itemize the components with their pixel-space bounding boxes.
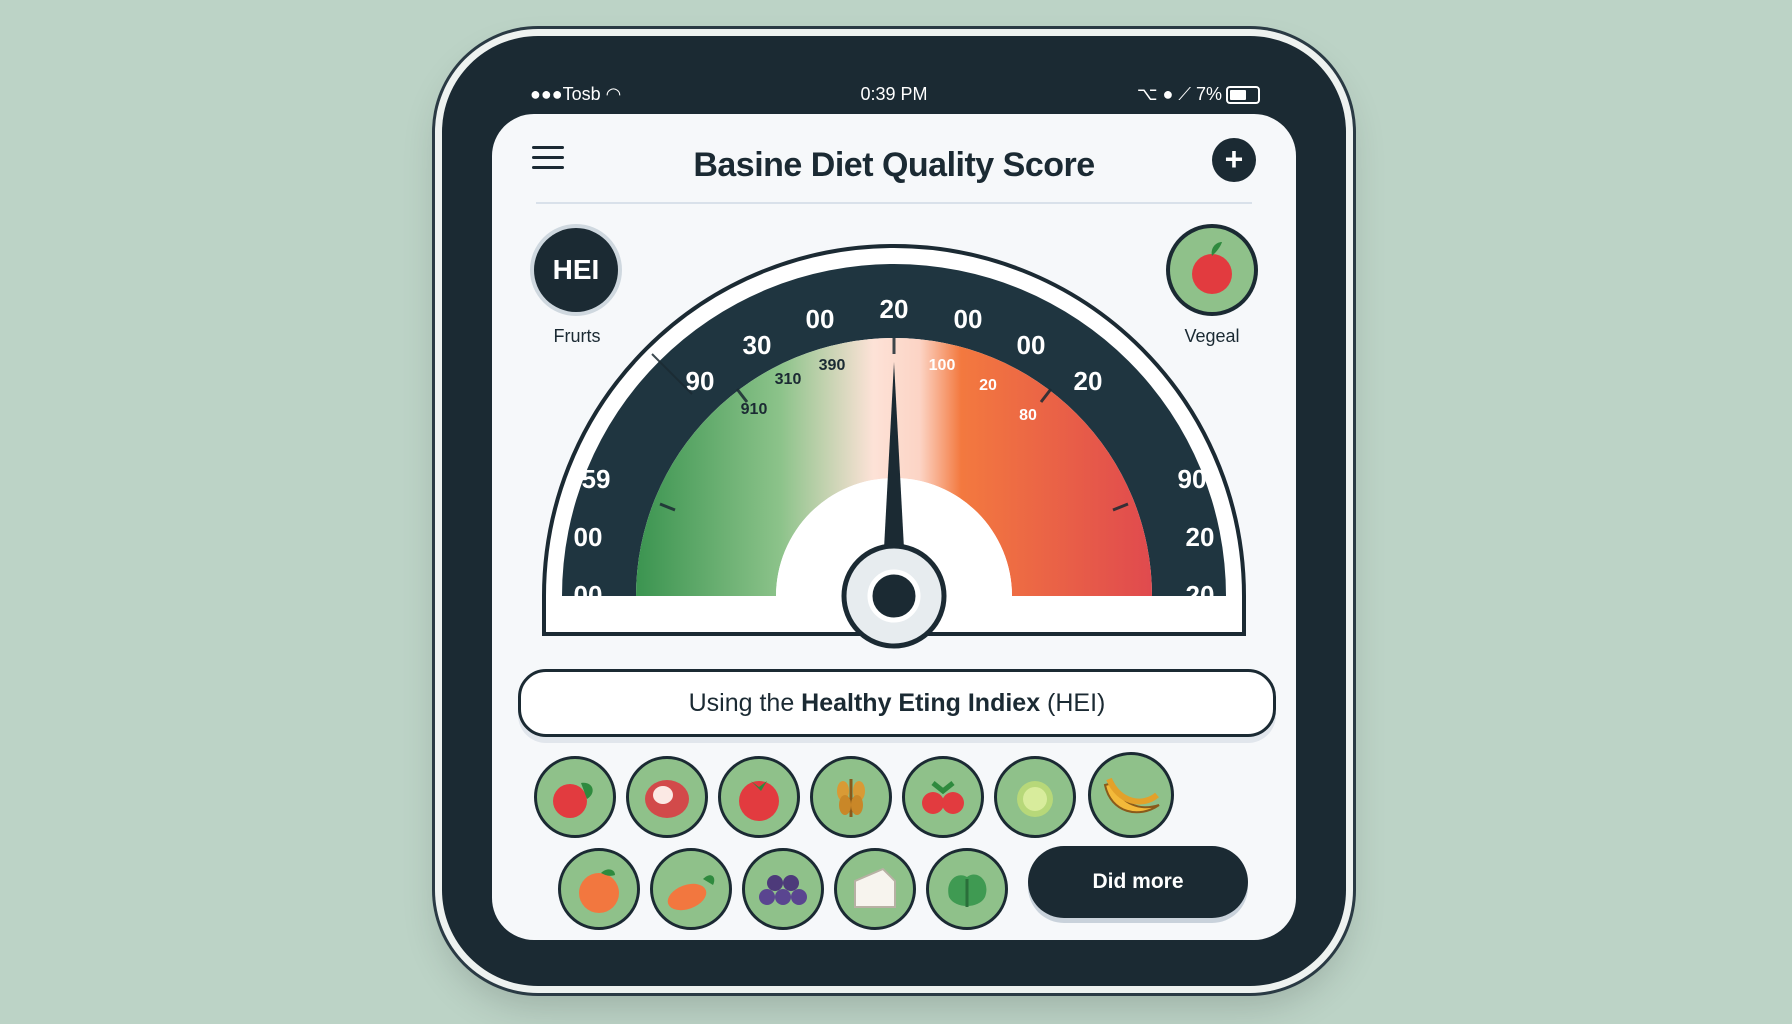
gauge-label-left-bottom: 00 bbox=[574, 580, 603, 610]
page-title: Basine Diet Quality Score bbox=[693, 146, 1095, 184]
gauge-arc-label-7: 20 bbox=[1074, 366, 1103, 396]
status-indicators: ⌥ ● ⟋ 7% bbox=[1137, 84, 1260, 105]
banner-prefix: Using the bbox=[688, 689, 802, 717]
berries-icon[interactable] bbox=[902, 756, 984, 838]
inner-label-1: 910 bbox=[741, 401, 768, 418]
banner-suffix: (HEI) bbox=[1040, 689, 1106, 717]
app-bar: Basine Diet Quality Score + bbox=[492, 114, 1296, 204]
gauge-label-left-top: 59 bbox=[582, 464, 611, 494]
diet-score-gauge: 00 00 59 20 20 90 90 30 00 20 00 00 20 9… bbox=[542, 244, 1246, 649]
inner-label-3: 390 bbox=[819, 357, 846, 374]
banana-icon[interactable] bbox=[1088, 752, 1174, 838]
gauge-hub-center bbox=[867, 569, 921, 623]
grapes-icon[interactable] bbox=[742, 848, 824, 930]
inner-label-4: 100 bbox=[929, 357, 956, 374]
tomato-icon[interactable] bbox=[718, 756, 800, 838]
app-screen: Basine Diet Quality Score + HEI Frurts V… bbox=[492, 114, 1296, 940]
gauge-arc-label-6: 00 bbox=[1017, 330, 1046, 360]
add-button[interactable]: + bbox=[1212, 138, 1256, 182]
tofu-icon[interactable] bbox=[834, 848, 916, 930]
gauge-arc-label-4: 20 bbox=[880, 294, 909, 324]
more-button[interactable]: Did more bbox=[1028, 846, 1248, 918]
hei-info-bar[interactable]: Using the Healthy Eting Indiex (HEI) bbox=[518, 669, 1276, 737]
gauge-label-left-mid: 00 bbox=[574, 522, 603, 552]
inner-label-6: 80 bbox=[1019, 407, 1037, 424]
gauge-arc-label-3: 00 bbox=[806, 304, 835, 334]
indicator-text: ⌥ ● ⟋ 7% bbox=[1136, 84, 1222, 104]
gauge-label-right-top: 90 bbox=[1178, 464, 1207, 494]
gauge-label-right-mid: 20 bbox=[1186, 522, 1215, 552]
grain-icon[interactable] bbox=[810, 756, 892, 838]
gauge-arc-label-1: 90 bbox=[686, 366, 715, 396]
banner-bold: Healthy Eting Indiex bbox=[801, 689, 1041, 717]
lime-icon[interactable] bbox=[994, 756, 1076, 838]
status-bar: ●●●Tosb ◠ 0:39 PM ⌥ ● ⟋ 7% bbox=[490, 78, 1298, 114]
gauge-arc-label-2: 30 bbox=[743, 330, 772, 360]
gauge-label-right-bottom: 20 bbox=[1186, 580, 1215, 610]
inner-label-2: 310 bbox=[775, 371, 802, 388]
onion-icon[interactable] bbox=[626, 756, 708, 838]
carrot-icon[interactable] bbox=[650, 848, 732, 930]
gauge-arc-label-5: 00 bbox=[954, 304, 983, 334]
battery-icon bbox=[1226, 86, 1260, 105]
apple-icon[interactable] bbox=[534, 756, 616, 838]
orange-icon[interactable] bbox=[558, 848, 640, 930]
lettuce-icon[interactable] bbox=[926, 848, 1008, 930]
inner-label-5: 20 bbox=[979, 377, 997, 394]
